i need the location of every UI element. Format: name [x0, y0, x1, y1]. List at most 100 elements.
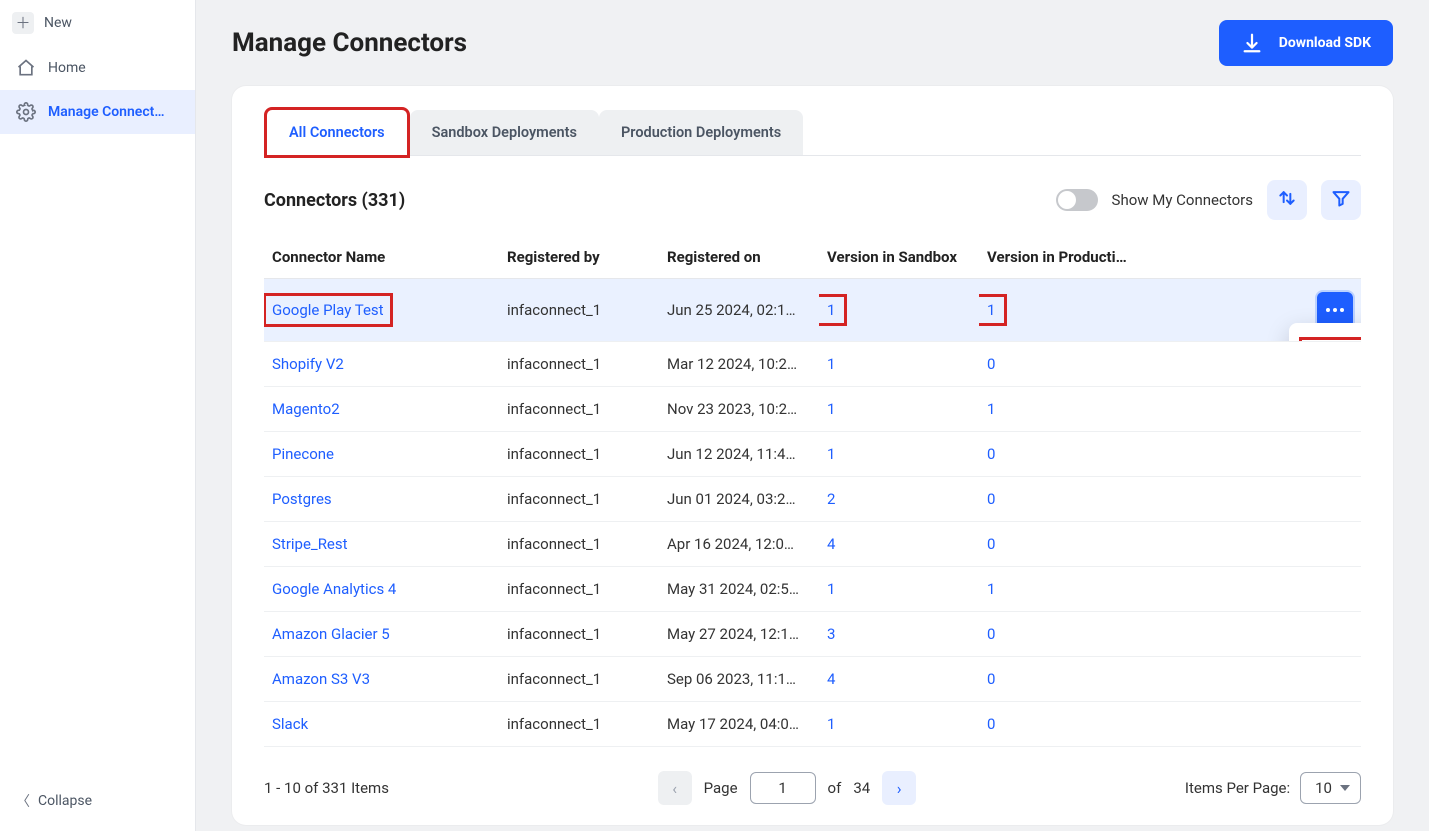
table-row[interactable]: Magento2infaconnect_1Nov 23 2023, 10:2…1…: [264, 387, 1361, 432]
version-production-link[interactable]: 0: [987, 625, 995, 643]
col-registered-on[interactable]: Registered on: [659, 236, 819, 279]
connector-name-link[interactable]: Slack: [272, 715, 308, 733]
version-production-link[interactable]: 0: [987, 490, 995, 508]
table-row[interactable]: Stripe_Restinfaconnect_1Apr 16 2024, 12:…: [264, 522, 1361, 567]
page-next-button[interactable]: ›: [882, 771, 916, 805]
version-sandbox-link[interactable]: 1: [827, 400, 835, 418]
version-sandbox-link[interactable]: 1: [827, 355, 835, 373]
table-row[interactable]: Google Analytics 4 infaconnect_1May 31 20…: [264, 567, 1361, 612]
cell-version-sandbox: 3: [819, 612, 979, 657]
cell-version-production: 0: [979, 342, 1159, 387]
table-row[interactable]: Amazon Glacier 5infaconnect_1May 27 2024…: [264, 612, 1361, 657]
sort-button[interactable]: [1267, 180, 1307, 220]
filter-button[interactable]: [1321, 180, 1361, 220]
table-header-row: Connector Name Registered by Registered …: [264, 236, 1361, 279]
version-sandbox-link[interactable]: 2: [827, 490, 835, 508]
tab-production-deployments[interactable]: Production Deployments: [599, 110, 803, 155]
ipp-select[interactable]: 10: [1300, 772, 1361, 804]
connector-name-link[interactable]: Pinecone: [272, 445, 334, 463]
connector-name-link[interactable]: Google Analytics 4: [272, 580, 396, 598]
version-sandbox-link[interactable]: 4: [827, 535, 835, 553]
cell-version-sandbox: 1: [819, 387, 979, 432]
version-sandbox-link[interactable]: 1: [827, 580, 835, 598]
version-production-link[interactable]: 1: [987, 400, 995, 418]
table-row[interactable]: Google Play Test infaconnect_1Jun 25 2024…: [264, 279, 1361, 342]
cell-actions: [1159, 432, 1361, 477]
version-production-link[interactable]: 0: [987, 670, 995, 688]
connector-name-link[interactable]: Amazon S3 V3: [272, 670, 370, 688]
connector-name-link[interactable]: Postgres: [272, 490, 332, 508]
cell-version-production: 0: [979, 432, 1159, 477]
connectors-card: All Connectors Sandbox Deployments Produ…: [232, 86, 1393, 825]
col-connector-name[interactable]: Connector Name: [264, 236, 499, 279]
home-icon: [16, 58, 36, 78]
version-sandbox-link[interactable]: 1: [827, 445, 835, 463]
connector-name-link[interactable]: Google Play Test: [272, 301, 384, 319]
cell-registered-on: Sep 06 2023, 11:1…: [659, 657, 819, 702]
version-sandbox-link[interactable]: 1: [827, 715, 835, 733]
download-icon: [1241, 32, 1263, 54]
page-title: Manage Connectors: [232, 28, 467, 58]
cell-registered-on: Jun 25 2024, 02:1…: [659, 279, 819, 342]
sidebar-item-manage-connectors[interactable]: Manage Connect…: [0, 90, 195, 134]
cell-version-production: 1: [979, 387, 1159, 432]
sort-icon: [1277, 188, 1297, 212]
version-sandbox-link[interactable]: 4: [827, 670, 835, 688]
cell-registered-on: Jun 01 2024, 03:2…: [659, 477, 819, 522]
connector-name-link[interactable]: Shopify V2: [272, 355, 344, 373]
list-controls: Show My Connectors: [1056, 180, 1361, 220]
new-button[interactable]: ＋ New: [10, 8, 185, 38]
cell-registered-by: infaconnect_1: [499, 522, 659, 567]
cell-registered-on: May 31 2024, 02:5…: [659, 567, 819, 612]
cell-version-sandbox: 1: [819, 342, 979, 387]
cell-actions: Edit Connector: [1159, 279, 1361, 342]
edit-connector-menu-item[interactable]: Edit Connector: [1299, 337, 1361, 342]
table-row[interactable]: Pineconeinfaconnect_1Jun 12 2024, 11:4…1…: [264, 432, 1361, 477]
tabs: All Connectors Sandbox Deployments Produ…: [264, 110, 1361, 156]
sidebar-item-label: Home: [48, 60, 179, 76]
connector-name-link[interactable]: Stripe_Rest: [272, 535, 348, 553]
version-sandbox-link[interactable]: 3: [827, 625, 835, 643]
cell-version-production: 0: [979, 702, 1159, 747]
download-sdk-button[interactable]: Download SDK: [1219, 20, 1393, 66]
tab-all-connectors[interactable]: All Connectors: [264, 107, 410, 158]
version-production-link[interactable]: 0: [987, 535, 995, 553]
page-header: Manage Connectors Download SDK: [232, 20, 1393, 66]
table-row[interactable]: Shopify V2infaconnect_1Mar 12 2024, 10:2…: [264, 342, 1361, 387]
chevron-left-icon: 〈: [16, 791, 30, 811]
version-production-link[interactable]: 0: [987, 445, 995, 463]
cell-registered-by: infaconnect_1: [499, 279, 659, 342]
page-prev-button[interactable]: ‹: [658, 771, 692, 805]
filter-icon: [1331, 188, 1351, 212]
table-row[interactable]: Slackinfaconnect_1May 17 2024, 04:0…10: [264, 702, 1361, 747]
col-registered-by[interactable]: Registered by: [499, 236, 659, 279]
sidebar-item-home[interactable]: Home: [0, 46, 195, 90]
connector-name-link[interactable]: Magento2: [272, 400, 340, 418]
version-production-link[interactable]: 1: [987, 580, 995, 598]
show-my-connectors-toggle[interactable]: [1056, 189, 1098, 211]
cell-registered-by: infaconnect_1: [499, 657, 659, 702]
table-row[interactable]: Amazon S3 V3 infaconnect_1Sep 06 2023, 11…: [264, 657, 1361, 702]
col-actions: [1159, 236, 1361, 279]
cell-registered-by: infaconnect_1: [499, 387, 659, 432]
cell-registered-by: infaconnect_1: [499, 342, 659, 387]
page-input[interactable]: [750, 772, 816, 804]
col-version-production[interactable]: Version in Producti…: [979, 236, 1159, 279]
cell-registered-by: infaconnect_1: [499, 567, 659, 612]
version-production-link[interactable]: 0: [987, 715, 995, 733]
pagination-center: ‹ Page of 34 ›: [658, 771, 917, 805]
version-sandbox-link[interactable]: 1: [827, 301, 835, 319]
cell-version-sandbox: 4: [819, 522, 979, 567]
table-row[interactable]: Postgresinfaconnect_1Jun 01 2024, 03:2…2…: [264, 477, 1361, 522]
cell-registered-by: infaconnect_1: [499, 702, 659, 747]
sidebar-item-label: Manage Connect…: [48, 104, 179, 120]
cell-version-sandbox: 1: [819, 279, 979, 342]
collapse-button[interactable]: 〈 Collapse: [16, 791, 179, 811]
version-production-link[interactable]: 0: [987, 355, 995, 373]
connectors-table: Connector Name Registered by Registered …: [264, 236, 1361, 747]
connector-name-link[interactable]: Amazon Glacier 5: [272, 625, 390, 643]
col-version-sandbox[interactable]: Version in Sandbox: [819, 236, 979, 279]
version-production-link[interactable]: 1: [987, 301, 995, 319]
chevron-right-icon: ›: [897, 779, 902, 798]
tab-sandbox-deployments[interactable]: Sandbox Deployments: [410, 110, 599, 155]
